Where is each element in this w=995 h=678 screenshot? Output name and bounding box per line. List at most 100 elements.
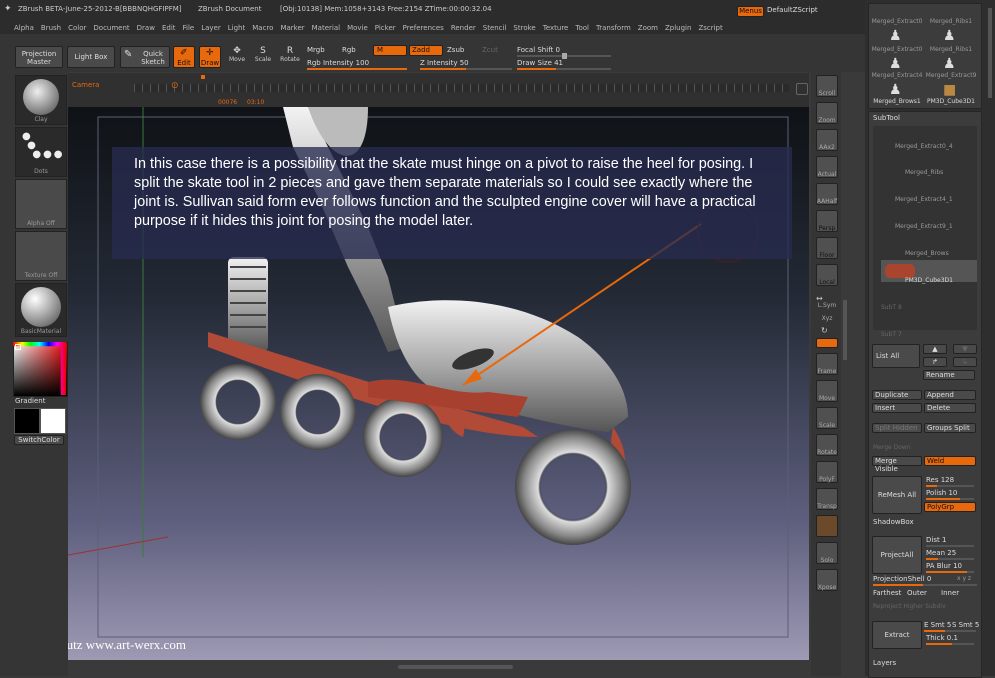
tool-thumb[interactable]: Merged_Extract0 xyxy=(871,18,923,25)
menu-item[interactable]: Stencil xyxy=(483,24,507,32)
zadd-toggle[interactable]: Zadd xyxy=(409,45,443,56)
menu-item[interactable]: Light xyxy=(228,24,245,32)
polygrp-toggle[interactable]: PolyGrp xyxy=(924,502,976,512)
tool-thumb[interactable]: Merged_Extract9 xyxy=(925,72,977,79)
projection-shell-track[interactable] xyxy=(873,584,977,586)
extract-button[interactable]: Extract xyxy=(872,621,922,649)
projection-shell-slider[interactable]: ProjectionShell 0 xyxy=(873,575,931,583)
edit-button[interactable]: ✐ Edit xyxy=(173,46,195,68)
rotate-y-icon[interactable]: ↻ xyxy=(821,326,828,335)
subtool-item[interactable]: PM3D_Cube3D1 xyxy=(905,277,953,284)
axis-toggle-xyz[interactable]: x y z xyxy=(957,575,971,582)
timeline-marker[interactable] xyxy=(201,75,205,79)
tray-scrollbar[interactable] xyxy=(988,8,992,98)
stroke-slot[interactable]: ● ● ●●● Dots xyxy=(15,127,67,177)
menu-item[interactable]: File xyxy=(183,24,195,32)
menu-item[interactable]: Texture xyxy=(543,24,569,32)
main-color-swatch[interactable] xyxy=(40,408,66,434)
zcut-toggle[interactable]: Zcut xyxy=(482,46,498,54)
timeline-track[interactable] xyxy=(134,84,789,92)
subtool-item[interactable]: Merged_Ribs xyxy=(905,169,943,176)
subtool-item[interactable]: SubT 7 xyxy=(881,331,902,338)
menu-item[interactable]: Stroke xyxy=(513,24,535,32)
menu-item[interactable]: Zplugin xyxy=(665,24,691,32)
shadowbox-button[interactable]: ShadowBox xyxy=(873,518,914,526)
right-tray-scroll[interactable] xyxy=(843,300,847,360)
mean-track[interactable] xyxy=(926,558,974,560)
res-track[interactable] xyxy=(926,485,974,487)
menu-item[interactable]: Macro xyxy=(252,24,273,32)
menu-item[interactable]: Transform xyxy=(596,24,631,32)
document-canvas[interactable]: In this case there is a possibility that… xyxy=(68,107,809,660)
subtool-header[interactable]: SubTool xyxy=(873,114,900,122)
tool-thumb[interactable]: Merged_Ribs1 xyxy=(925,18,977,25)
subtool-item[interactable]: Merged_Extract4_1 xyxy=(895,196,953,203)
menu-item[interactable]: Tool xyxy=(575,24,589,32)
rotate-z-icon[interactable] xyxy=(816,338,838,348)
append-button[interactable]: Append xyxy=(924,390,976,400)
move-down-icon[interactable]: ▼ xyxy=(953,344,977,354)
menu-item[interactable]: Color xyxy=(68,24,86,32)
s-smt-slider[interactable]: S Smt 5 xyxy=(952,621,979,629)
polish-slider[interactable]: Polish 10 xyxy=(926,489,957,497)
menu-item[interactable]: Movie xyxy=(347,24,368,32)
lightbox-button[interactable]: Light Box xyxy=(67,46,115,68)
secondary-color-swatch[interactable] xyxy=(14,408,40,434)
subtool-item[interactable]: Merged_Extract9_1 xyxy=(895,223,953,230)
menus-button[interactable]: Menus xyxy=(737,6,764,17)
rotate-button[interactable]: R Rotate xyxy=(278,46,302,68)
merge-visible-button[interactable]: Merge Visible xyxy=(872,456,922,473)
menu-item[interactable]: Draw xyxy=(137,24,155,32)
res-slider[interactable]: Res 128 xyxy=(926,476,954,484)
thick-slider[interactable]: Thick 0.1 xyxy=(926,634,958,642)
brush-slot[interactable]: Clay xyxy=(15,75,67,125)
subtool-item[interactable]: Merged_Brows xyxy=(905,250,949,257)
subtool-item[interactable]: SubT 8 xyxy=(881,304,902,311)
pa-blur-track[interactable] xyxy=(926,571,974,573)
down-arrow-icon[interactable]: ↳ xyxy=(953,357,977,367)
dist-slider[interactable]: Dist 1 xyxy=(926,536,946,544)
move-up-icon[interactable]: ▲ xyxy=(923,344,947,354)
menu-item[interactable]: Marker xyxy=(280,24,304,32)
menu-item[interactable]: Picker xyxy=(375,24,396,32)
menu-item[interactable]: Zscript xyxy=(698,24,722,32)
menu-item[interactable]: Zoom xyxy=(638,24,658,32)
keyframe-icon[interactable]: ⊙ xyxy=(171,81,179,91)
color-cursor[interactable] xyxy=(15,344,21,350)
projectall-button[interactable]: ProjectAll xyxy=(872,536,922,574)
subtool-item[interactable]: Merged_Extract0_4 xyxy=(895,143,953,150)
menu-item[interactable]: Layer xyxy=(201,24,221,32)
merge-down-button[interactable]: Merge Down xyxy=(873,444,911,451)
canvas-scrollbar[interactable] xyxy=(398,665,513,669)
switchcolor-button[interactable]: SwitchColor xyxy=(14,435,64,445)
reproject-higher-subdiv-button[interactable]: Reproject Higher Subdiv xyxy=(873,603,946,610)
menu-item[interactable]: Alpha xyxy=(14,24,34,32)
layers-subpalette[interactable]: Layers xyxy=(873,659,896,667)
menu-item[interactable]: Render xyxy=(451,24,476,32)
rgb-intensity-slider[interactable] xyxy=(307,68,407,70)
tool-thumb[interactable]: Merged_Extract4 xyxy=(871,72,923,79)
insert-button[interactable]: Insert xyxy=(872,403,922,413)
up-arrow-icon[interactable]: ↱ xyxy=(923,357,947,367)
focal-shift-slider[interactable] xyxy=(517,53,611,59)
quick-sketch-button[interactable]: ✎ Quick Sketch xyxy=(120,46,170,68)
alpha-slot[interactable]: Alpha Off xyxy=(15,179,67,229)
weld-toggle[interactable]: Weld xyxy=(924,456,976,466)
menu-item[interactable]: Material xyxy=(312,24,340,32)
groups-split-button[interactable]: Groups Split xyxy=(924,423,976,433)
menu-item[interactable]: Brush xyxy=(41,24,61,32)
ghost-icon[interactable] xyxy=(816,515,838,537)
inner-toggle[interactable]: Inner xyxy=(941,589,959,597)
tool-thumb[interactable]: Merged_Brows1 xyxy=(871,98,923,105)
mean-slider[interactable]: Mean 25 xyxy=(926,549,956,557)
mrgb-toggle[interactable]: Mrgb xyxy=(307,46,325,54)
outer-toggle[interactable]: Outer xyxy=(907,589,927,597)
color-picker[interactable] xyxy=(13,342,68,397)
m-toggle[interactable]: M xyxy=(373,45,407,56)
smt-track[interactable] xyxy=(924,630,976,632)
xyz-label[interactable]: Xyz xyxy=(814,315,840,322)
draw-button[interactable]: ✛ Draw xyxy=(199,46,221,68)
draw-size-slider[interactable] xyxy=(517,68,611,70)
remesh-all-button[interactable]: ReMesh All xyxy=(872,476,922,514)
material-slot[interactable]: BasicMaterial xyxy=(15,283,67,337)
